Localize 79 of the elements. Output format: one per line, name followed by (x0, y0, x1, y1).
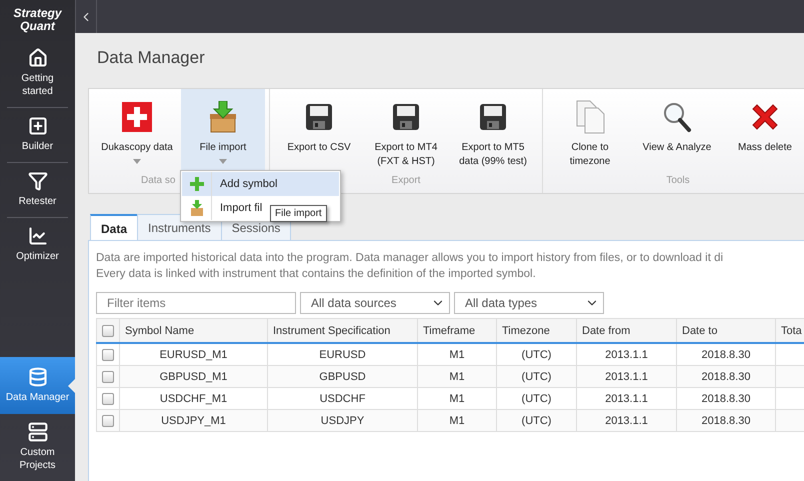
ribbon-button[interactable]: Export to MT4 (FXT & HST) (364, 89, 448, 173)
table-cell: USDJPY (320, 414, 364, 426)
checkbox[interactable] (102, 348, 114, 360)
magnifier-icon (662, 101, 692, 133)
table-cell: (UTC) (522, 414, 552, 426)
table-cell: M1 (449, 414, 465, 426)
group-label: Data so (141, 174, 176, 188)
ribbon-button[interactable]: Export to MT5 data (99% test) (448, 89, 538, 173)
table-cell: (UTC) (522, 370, 552, 382)
table-cell: 2013.1.1 (605, 370, 648, 382)
column-header[interactable]: Symbol Name (120, 318, 268, 342)
filter-field[interactable]: Filter items (96, 292, 296, 314)
column-header[interactable]: Date to (677, 318, 776, 342)
table-cell: (UTC) (522, 392, 552, 404)
tab[interactable]: Data (90, 214, 138, 240)
plus-icon (28, 116, 48, 136)
table-cell: M1 (449, 392, 465, 404)
table-cell: 2018.8.30 (702, 414, 750, 426)
caret-icon (219, 159, 227, 164)
checkbox[interactable] (102, 392, 114, 404)
tooltip: File import (270, 205, 327, 222)
table-cell: 2013.1.1 (605, 414, 648, 426)
table-cell: 2018.8.30 (702, 370, 750, 382)
ribbon-button[interactable]: Clone to timezone (547, 89, 633, 173)
column-header[interactable]: Timeframe (418, 318, 497, 342)
documents-icon (575, 100, 605, 134)
table-cell: USDJPY_M1 (161, 414, 226, 426)
table-cell: 2018.8.30 (702, 392, 750, 404)
checkbox[interactable] (102, 370, 114, 382)
column-header[interactable]: Timezone (497, 318, 577, 342)
caret-icon (133, 159, 141, 164)
group-label: Export (392, 174, 420, 188)
table-cell: EURUSD_M1 (160, 348, 228, 360)
table-cell: 2018.8.30 (702, 348, 750, 360)
checkbox[interactable] (102, 324, 114, 336)
box-arrow-icon (190, 200, 204, 216)
ribbon-button[interactable]: Mass delete (721, 89, 804, 173)
group-label: Tools (666, 174, 690, 188)
plus-icon (188, 176, 204, 192)
ribbon-button[interactable]: Export to CSV (274, 89, 364, 173)
table-cell: GBPUSD_M1 (160, 370, 228, 382)
home-icon (28, 48, 48, 68)
table-cell: 2013.1.1 (605, 348, 648, 360)
chart-icon (28, 226, 48, 246)
sidebar-item[interactable]: Getting started (7, 40, 68, 108)
table-cell: 2013.1.1 (605, 392, 648, 404)
logo: Strategy Quant (12, 5, 63, 35)
filter-select[interactable]: All data sources (300, 292, 450, 314)
table-cell: M1 (449, 348, 465, 360)
filter-select[interactable]: All data types (454, 292, 604, 314)
database-icon (28, 367, 48, 387)
column-header[interactable]: Date from (577, 318, 677, 342)
ribbon-button[interactable]: View & Analyze (633, 89, 721, 173)
server-icon (28, 422, 48, 442)
table-cell: (UTC) (522, 348, 552, 360)
table-cell: EURUSD (319, 348, 366, 360)
sidebar-item[interactable]: Optimizer (7, 218, 68, 272)
selection-pointer (68, 378, 75, 392)
collapse-button[interactable] (75, 0, 97, 33)
filter-icon (28, 171, 48, 191)
ribbon-button[interactable]: File import (181, 89, 265, 173)
column-header[interactable]: Tota (776, 318, 804, 342)
menu-item[interactable]: Add symbol (182, 172, 339, 196)
table-cell: USDCHF_M1 (160, 392, 228, 404)
column-header[interactable]: Instrument Specification (268, 318, 418, 342)
checkbox[interactable] (102, 414, 114, 426)
sidebar-item[interactable]: Retester (7, 163, 68, 218)
table-cell: M1 (449, 370, 465, 382)
ribbon-button[interactable]: Dukascopy data (93, 89, 181, 173)
sidebar-item[interactable]: Custom Projects (7, 414, 68, 481)
table-cell: USDCHF (320, 392, 366, 404)
box-arrow-icon (209, 101, 237, 133)
sidebar-item[interactable]: Builder (7, 108, 68, 163)
page-title: Data Manager (96, 47, 206, 69)
sidebar-item[interactable]: Data Manager (0, 357, 75, 414)
table-cell: GBPUSD (319, 370, 366, 382)
description-text: Every data is linked with instrument that contains the definition of the imported symbol. (96, 267, 537, 282)
description-text: Data are imported historical data into the program. Data manager allows you to import history from files, or to download it di (96, 251, 724, 266)
swiss-flag-icon (122, 102, 152, 132)
